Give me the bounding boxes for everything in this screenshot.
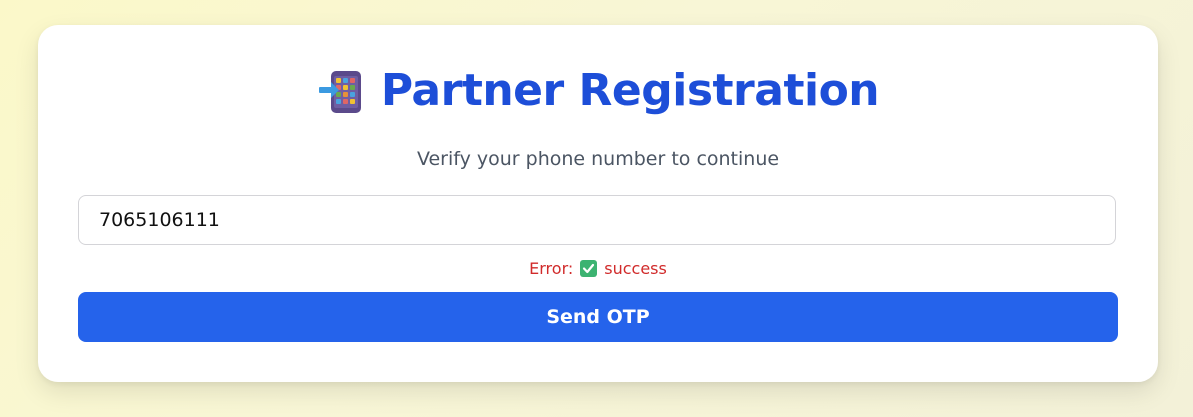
page-title: Partner Registration [380,65,880,116]
mobile-phone-arrow-icon [317,67,365,115]
send-otp-button[interactable]: Send OTP [78,292,1118,342]
status-prefix: Error: [529,258,574,278]
registration-card: Partner Registration Verify your phone n… [38,25,1158,382]
check-mark-button-icon [580,259,598,277]
title-row: Partner Registration [38,65,1158,117]
status-text: success [604,258,667,278]
status-message: Error: success [38,257,1158,279]
subtitle: Verify your phone number to continue [416,148,780,170]
phone-number-input[interactable] [78,195,1116,245]
